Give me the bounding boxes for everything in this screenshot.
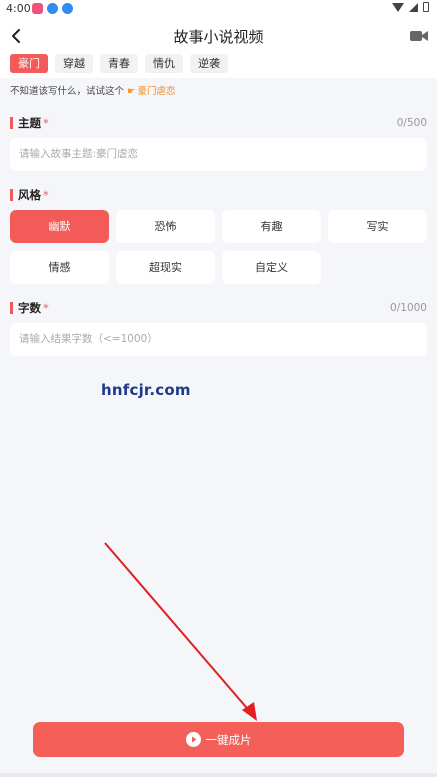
- wifi-icon: [392, 2, 404, 12]
- word-count-input[interactable]: 请输入结果字数（<=1000）: [10, 323, 427, 356]
- tab-qingchun[interactable]: 青春: [100, 54, 138, 73]
- style-option-surreal[interactable]: 超现实: [116, 251, 215, 284]
- status-indicators: [392, 2, 429, 12]
- word-count-label-text: 字数: [18, 301, 41, 315]
- topic-input[interactable]: 请输入故事主题:豪门虐恋: [10, 138, 427, 171]
- download-icon: [47, 3, 58, 14]
- required-mark: *: [43, 188, 49, 202]
- header: 故事小说视频: [0, 18, 437, 54]
- tab-nixi[interactable]: 逆袭: [190, 54, 228, 73]
- style-option-humor[interactable]: 幽默: [10, 210, 109, 243]
- required-mark: *: [43, 116, 49, 130]
- tab-chuanyue[interactable]: 穿越: [55, 54, 93, 73]
- style-option-horror[interactable]: 恐怖: [116, 210, 215, 243]
- style-option-realistic[interactable]: 写实: [328, 210, 427, 243]
- download-icon: [62, 3, 73, 14]
- video-camera-icon[interactable]: [409, 28, 429, 44]
- pointing-hand-icon: ☛: [127, 86, 136, 97]
- play-icon: [185, 732, 201, 747]
- generate-video-button[interactable]: 一键成片: [33, 722, 404, 757]
- bottom-divider: [0, 773, 437, 777]
- tab-haomen[interactable]: 豪门: [10, 54, 48, 73]
- generate-button-label: 一键成片: [205, 732, 252, 747]
- style-label: 风格 *: [10, 189, 49, 201]
- word-count-label: 字数 *: [10, 302, 49, 314]
- status-time: 4:00: [6, 2, 31, 15]
- signal-icon: [409, 2, 418, 12]
- page-title: 故事小说视频: [173, 28, 264, 46]
- tab-qingchou[interactable]: 情仇: [145, 54, 183, 73]
- style-option-emotional[interactable]: 情感: [10, 251, 109, 284]
- app-notification-icon: [32, 3, 43, 14]
- topic-label-text: 主题: [18, 116, 41, 130]
- battery-icon: [423, 2, 429, 12]
- topic-hint: 不知道该写什么，试试这个 ☛ 豪门虐恋: [10, 83, 176, 97]
- topic-char-counter: 0/500: [396, 117, 427, 129]
- hint-suggestion-link[interactable]: 豪门虐恋: [138, 86, 176, 97]
- required-mark: *: [43, 301, 49, 315]
- annotation-arrow: [104, 542, 257, 721]
- watermark-text: hnfcjr.com: [101, 381, 191, 399]
- hint-text: 不知道该写什么，试试这个: [10, 86, 125, 97]
- style-option-custom[interactable]: 自定义: [222, 251, 321, 284]
- word-count-char-counter: 0/1000: [390, 302, 427, 314]
- topic-label: 主题 *: [10, 117, 49, 129]
- status-bar: 4:00: [0, 0, 437, 18]
- style-label-text: 风格: [18, 188, 41, 202]
- style-option-fun[interactable]: 有趣: [222, 210, 321, 243]
- genre-tabs: 豪门 穿越 青春 情仇 逆袭: [0, 54, 437, 78]
